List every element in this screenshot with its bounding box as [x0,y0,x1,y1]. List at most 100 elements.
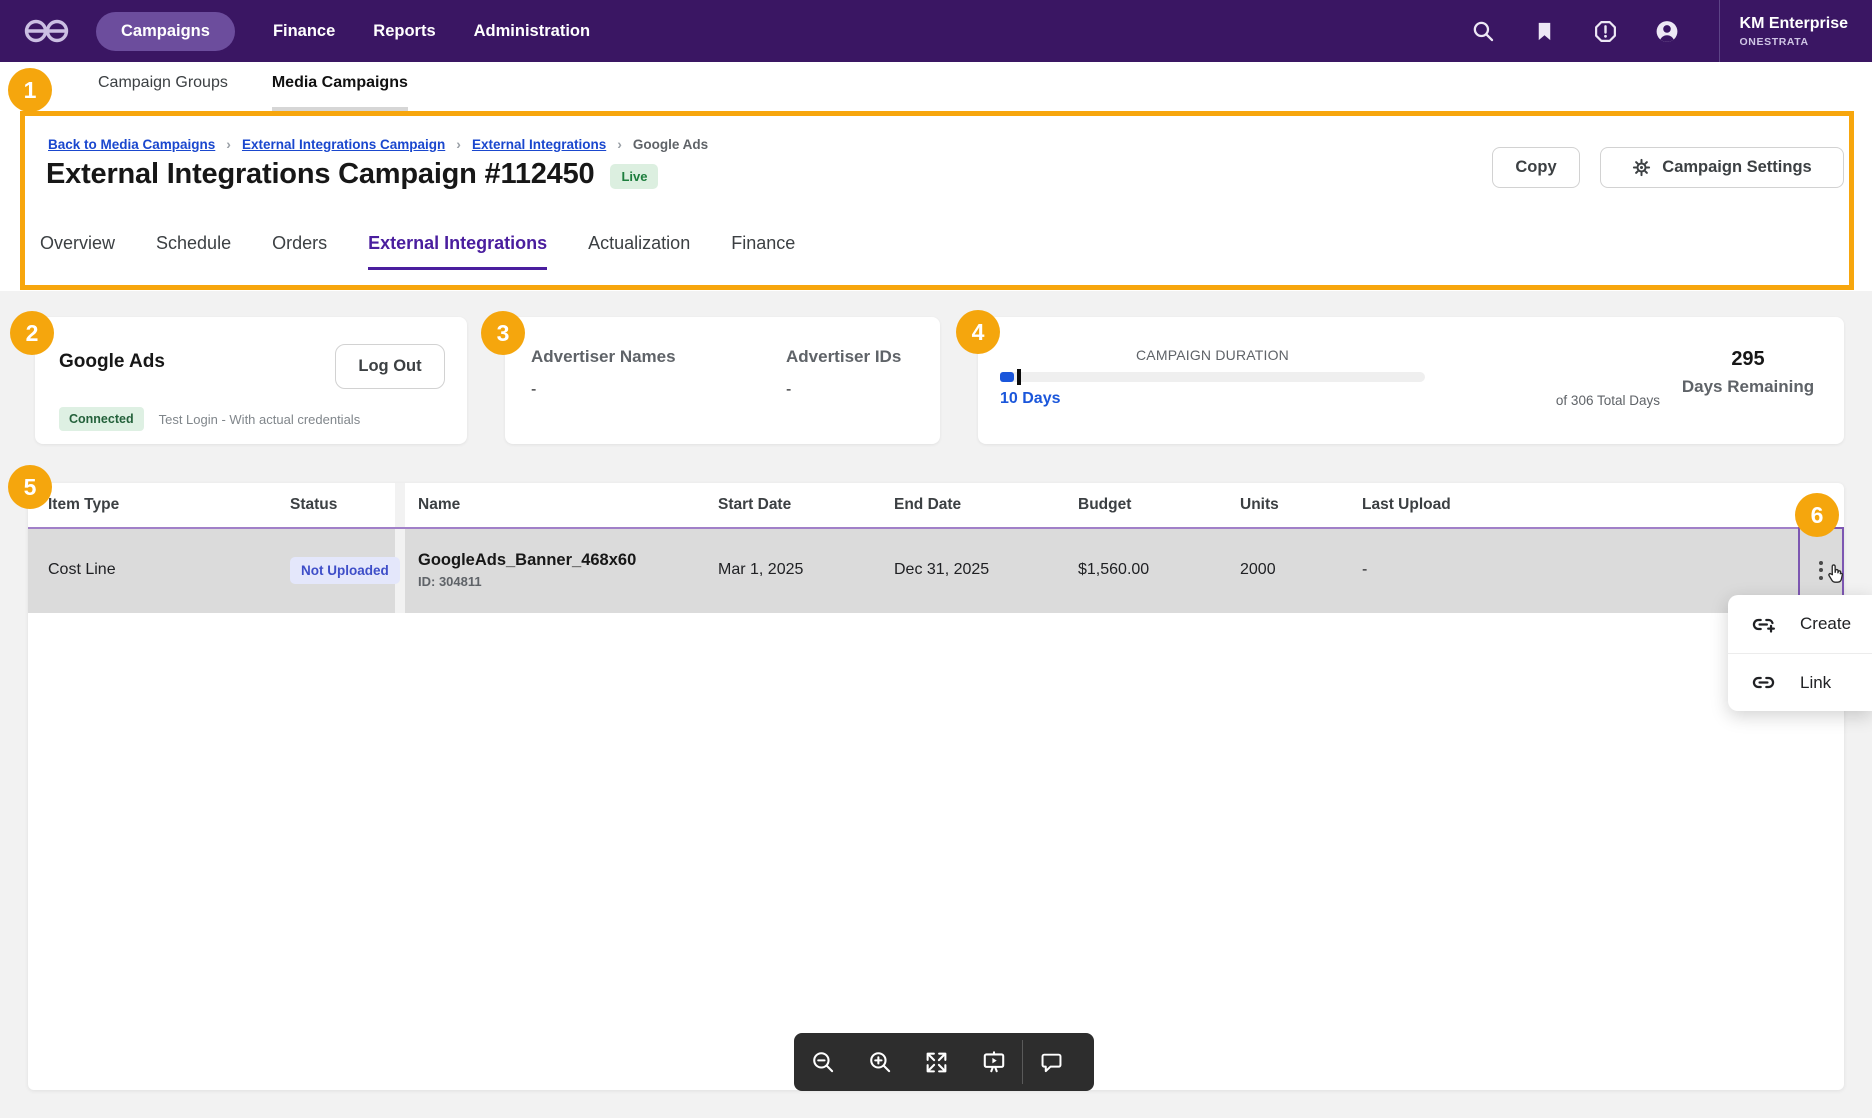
log-out-button[interactable]: Log Out [335,344,445,389]
not-uploaded-badge: Not Uploaded [290,557,400,584]
title-row: External Integrations Campaign #112450 L… [46,158,658,191]
breadcrumb-back-link[interactable]: Back to Media Campaigns [48,137,215,152]
col-header-last-upload: Last Upload [1362,483,1451,527]
onestrata-logo[interactable] [22,14,76,48]
breadcrumb: Back to Media Campaigns › External Integ… [48,136,708,152]
search-icon[interactable] [1471,18,1497,44]
tab-finance[interactable]: Finance [731,233,795,270]
connection-title: Google Ads [59,351,165,373]
col-header-name: Name [418,483,460,527]
tab-campaign-groups[interactable]: Campaign Groups [98,74,228,111]
col-header-status: Status [290,483,337,527]
connection-note: Test Login - With actual credentials [159,412,361,427]
connection-status-row: Connected Test Login - With actual crede… [59,407,360,431]
duration-elapsed-label: 10 Days [1000,390,1061,408]
review-toolbar [794,1033,1094,1091]
connected-badge: Connected [59,407,144,431]
days-remaining-block: 295 Days Remaining [1672,348,1824,397]
campaign-duration-title: CAMPAIGN DURATION [1000,347,1425,363]
breadcrumb-current: Google Ads [633,137,708,152]
advertiser-ids-label: Advertiser IDs [786,347,901,367]
tab-overview[interactable]: Overview [40,233,115,270]
annotation-badge-5: 5 [8,465,52,509]
nav-item-finance[interactable]: Finance [273,22,335,41]
advertiser-ids-value: - [786,381,791,399]
annotation-badge-3: 3 [481,311,525,355]
breadcrumb-campaign-link[interactable]: External Integrations Campaign [242,137,445,152]
col-header-units: Units [1240,483,1279,527]
account-icon[interactable] [1654,18,1680,44]
tab-schedule[interactable]: Schedule [156,233,231,270]
cell-start-date: Mar 1, 2025 [718,527,803,613]
duration-today-marker [1017,369,1021,385]
navbar-right: KM Enterprise ONESTRATA [1471,0,1872,62]
annotation-badge-1: 1 [8,68,52,112]
tab-actualization[interactable]: Actualization [588,233,690,270]
tab-external-integrations[interactable]: External Integrations [368,233,547,270]
breadcrumb-separator: › [617,136,622,152]
campaign-header: Back to Media Campaigns › External Integ… [0,111,1872,291]
duration-progress-fill [1000,372,1014,382]
col-header-budget: Budget [1078,483,1131,527]
advertiser-names-label: Advertiser Names [531,347,676,367]
col-header-start-date: Start Date [718,483,791,527]
gear-icon [1632,158,1651,177]
breadcrumb-separator: › [456,136,461,152]
kebab-menu-icon [1819,561,1823,580]
line-item-id: ID: 304811 [418,574,636,589]
campaigns-subnav: Campaign Groups Media Campaigns [0,62,1872,111]
duration-total-label: of 306 Total Days [1448,393,1660,408]
annotation-badge-6: 6 [1795,493,1839,537]
campaign-settings-button[interactable]: Campaign Settings [1600,147,1844,188]
menu-item-link-label: Link [1800,673,1831,693]
app-window: Campaigns Finance Reports Administration [0,0,1872,1118]
row-actions-menu: Create Link [1728,595,1872,711]
cell-name: GoogleAds_Banner_468x60 ID: 304811 [418,527,636,613]
comment-icon[interactable] [1023,1033,1080,1091]
presentation-icon[interactable] [965,1033,1022,1091]
zoom-out-icon[interactable] [794,1033,851,1091]
advertisers-card: Advertiser Names - Advertiser IDs - [505,317,940,444]
live-status-badge: Live [610,164,658,189]
menu-item-create-label: Create [1800,614,1851,634]
top-navbar: Campaigns Finance Reports Administration [0,0,1872,62]
cell-item-type: Cost Line [48,527,116,613]
cell-last-upload: - [1362,527,1367,613]
days-remaining-value: 295 [1672,348,1824,371]
zoom-in-icon[interactable] [851,1033,908,1091]
campaign-duration-card: CAMPAIGN DURATION 10 Days of 306 Total D… [978,317,1844,444]
nav-item-reports[interactable]: Reports [373,22,435,41]
menu-item-create[interactable]: Create [1728,595,1872,653]
cell-end-date: Dec 31, 2025 [894,527,989,613]
cell-units: 2000 [1240,527,1276,613]
breadcrumb-separator: › [226,136,231,152]
org-switcher[interactable]: KM Enterprise ONESTRATA [1720,15,1872,48]
col-header-item-type: Item Type [48,483,119,527]
org-product: ONESTRATA [1740,36,1848,48]
annotation-badge-4: 4 [956,310,1000,354]
tab-media-campaigns[interactable]: Media Campaigns [272,74,408,111]
link-plus-icon [1750,611,1777,638]
connection-card: Google Ads Log Out Connected Test Login … [35,317,467,444]
org-name: KM Enterprise [1740,15,1848,33]
bookmark-icon[interactable] [1532,18,1558,44]
copy-button[interactable]: Copy [1492,147,1580,188]
page-title: External Integrations Campaign #112450 [46,158,594,191]
breadcrumb-integrations-link[interactable]: External Integrations [472,137,606,152]
nav-item-campaigns[interactable]: Campaigns [96,12,235,51]
line-items-table: Item Type Status Name Start Date End Dat… [28,483,1844,1090]
nav-item-administration[interactable]: Administration [474,22,590,41]
campaign-tabs: Overview Schedule Orders External Integr… [40,233,795,270]
tab-orders[interactable]: Orders [272,233,327,270]
alert-icon[interactable] [1593,18,1619,44]
cell-budget: $1,560.00 [1078,527,1149,613]
days-remaining-label: Days Remaining [1672,377,1824,397]
primary-nav: Campaigns Finance Reports Administration [96,12,590,51]
annotation-badge-2: 2 [10,311,54,355]
duration-progress-bar [1000,372,1425,382]
line-item-name: GoogleAds_Banner_468x60 [418,551,636,570]
link-icon [1750,669,1777,696]
expand-icon[interactable] [908,1033,965,1091]
menu-item-link[interactable]: Link [1728,653,1872,711]
advertiser-names-value: - [531,381,536,399]
